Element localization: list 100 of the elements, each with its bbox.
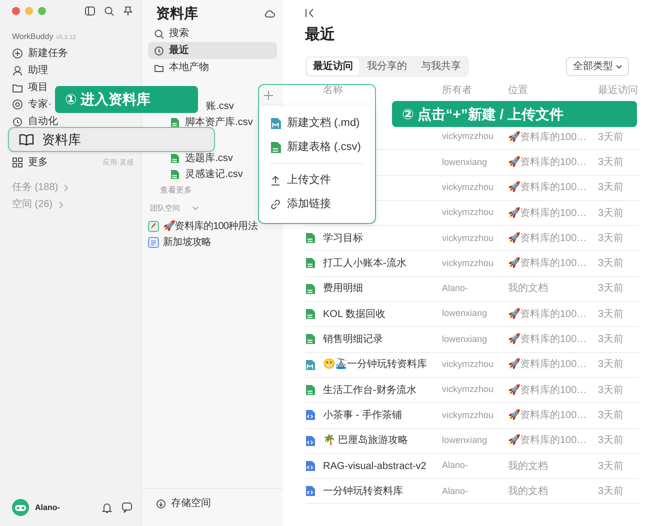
sidebar-item[interactable]: 新建任务: [12, 45, 68, 62]
tab[interactable]: 我分享的: [361, 58, 413, 75]
plus-icon[interactable]: [263, 90, 274, 101]
time-cell-text: 3天前: [598, 484, 625, 499]
location-cell-text: 🚀资料库的100…: [508, 383, 588, 398]
target-icon: [12, 99, 23, 110]
upload-icon: [270, 174, 281, 186]
callout-label: ① 进入资料库: [55, 86, 198, 113]
owner-cell-text: vickymzzhou: [442, 206, 495, 220]
space-item[interactable]: 新加坡攻略: [148, 234, 277, 250]
column-header: 所有者: [442, 85, 473, 97]
sidebar-item[interactable]: 项目: [12, 79, 48, 96]
user-name: Alano-: [35, 502, 60, 514]
storage-button[interactable]: 存储空间: [142, 488, 283, 518]
sidebar-toggle-icon[interactable]: [85, 6, 96, 16]
location-cell-text: 🚀资料库的100…: [508, 256, 588, 272]
markdown-file-icon: [270, 116, 281, 130]
tab[interactable]: 与我共享: [415, 58, 467, 75]
time-cell-text: 3天前: [598, 460, 625, 474]
sidebar-item[interactable]: 自动化: [12, 113, 58, 130]
tab[interactable]: 最近访问: [307, 58, 359, 75]
clock-icon: [154, 46, 164, 56]
file-name[interactable]: 🌴 巴厘岛旅游攻略: [323, 433, 442, 448]
column-header: 名称: [323, 85, 344, 97]
owner-cell-text: vickymzzhou: [442, 130, 495, 144]
owner-cell-text: vickymzzhou: [442, 232, 495, 245]
spreadsheet-icon: [170, 152, 180, 164]
nav-item[interactable]: 最近: [148, 42, 277, 59]
file-name[interactable]: 生活工作台-财务流水: [323, 382, 442, 398]
sidebar-item[interactable]: 资料库: [8, 127, 215, 152]
location-cell-text: 🚀资料库的100…: [508, 357, 588, 372]
spreadsheet-icon: [170, 116, 180, 128]
owner-cell-text: vickymzzhou: [442, 358, 495, 372]
search-icon: [154, 28, 164, 38]
time-cell-text: 3天前: [598, 358, 625, 372]
owner-cell-text: vickymzzhou: [442, 408, 495, 422]
owner-cell-text: lowenxiang: [442, 156, 488, 169]
panel-title: 资料库: [156, 4, 198, 23]
time-cell-text: 3天前: [598, 232, 625, 246]
pin-icon[interactable]: [123, 6, 134, 16]
time-cell-text: 3天前: [598, 156, 625, 170]
document-icon: [305, 434, 315, 447]
file-name[interactable]: KOL 数据回收: [323, 306, 442, 322]
owner-cell-text: lowenxiang: [442, 434, 488, 447]
cloud-icon[interactable]: [264, 8, 275, 18]
file-name[interactable]: 一分钟玩转资料库: [323, 484, 442, 499]
location-cell-text: 🚀资料库的100…: [508, 155, 588, 170]
time-cell-text: 3天前: [598, 333, 625, 348]
time-cell-text: 3天前: [598, 282, 625, 296]
file-name[interactable]: 😬🚠一分钟玩转资料库: [323, 357, 442, 372]
link-icon: [270, 198, 281, 210]
bell-icon[interactable]: [102, 502, 112, 513]
owner-cell-text: vickymzzhou: [442, 383, 495, 396]
nav-item[interactable]: 本地产物: [148, 59, 277, 76]
type-filter-dropdown[interactable]: 全部类型: [566, 57, 629, 76]
document-icon: [305, 485, 315, 498]
storage-icon: [156, 498, 166, 508]
clock-icon: [12, 116, 23, 127]
file-name[interactable]: 小茶事 - 手作茶铺: [323, 408, 442, 423]
spreadsheet-icon: [305, 384, 315, 396]
location-cell-text: 我的文档: [508, 484, 549, 499]
grid-icon: [12, 157, 23, 168]
spreadsheet-icon: [305, 232, 315, 244]
location-cell-text: 🚀资料库的100…: [508, 180, 588, 196]
markdown-file-icon: [305, 358, 315, 371]
collapse-icon[interactable]: [305, 8, 315, 18]
file-name[interactable]: 销售明细记录: [323, 332, 442, 348]
chevron-down-icon: [192, 206, 200, 210]
chevron-down-icon: [616, 64, 622, 68]
file-name[interactable]: 学习目标: [323, 230, 442, 246]
owner-cell-text: Alano-: [442, 484, 470, 498]
document-icon: [148, 236, 160, 248]
space-item[interactable]: 🚀资料库的100种用法: [148, 218, 277, 234]
document-icon: [305, 409, 315, 422]
location-cell-text: 🚀资料库的100…: [508, 332, 588, 348]
person-icon: [12, 65, 23, 76]
owner-cell-text: vickymzzhou: [442, 180, 495, 194]
sidebar-item[interactable]: 专家·: [12, 96, 52, 113]
location-cell-text: 我的文档: [508, 460, 549, 474]
sidebar-item[interactable]: 助理: [12, 62, 48, 79]
owner-cell-text: lowenxiang: [442, 332, 488, 346]
spreadsheet-icon: [305, 308, 315, 320]
owner-cell-text: Alano-: [442, 459, 470, 472]
location-cell-text: 🚀资料库的100…: [508, 231, 588, 246]
time-cell-text: 3天前: [598, 257, 625, 272]
file-name[interactable]: RAG-visual-abstract-v2: [323, 458, 442, 474]
time-cell-text: 3天前: [598, 130, 625, 145]
file-name[interactable]: 打工人小账本-流水: [323, 256, 442, 272]
callout-label: ② 点击“+”新建 / 上传文件: [392, 101, 637, 127]
time-cell-text: 3天前: [598, 181, 625, 196]
location-cell-text: 🚀资料库的100…: [508, 130, 588, 145]
chat-icon[interactable]: [122, 502, 134, 513]
search-icon[interactable]: [104, 6, 114, 16]
close-window-button[interactable]: [12, 7, 20, 15]
nav-item[interactable]: 搜索: [148, 25, 277, 42]
file-name[interactable]: 费用明细: [323, 281, 442, 296]
location-cell-text: 🚀资料库的100…: [508, 433, 588, 448]
folder-icon: [154, 62, 164, 72]
avatar[interactable]: [12, 499, 29, 516]
menu-item[interactable]: 添加链接: [264, 192, 370, 216]
